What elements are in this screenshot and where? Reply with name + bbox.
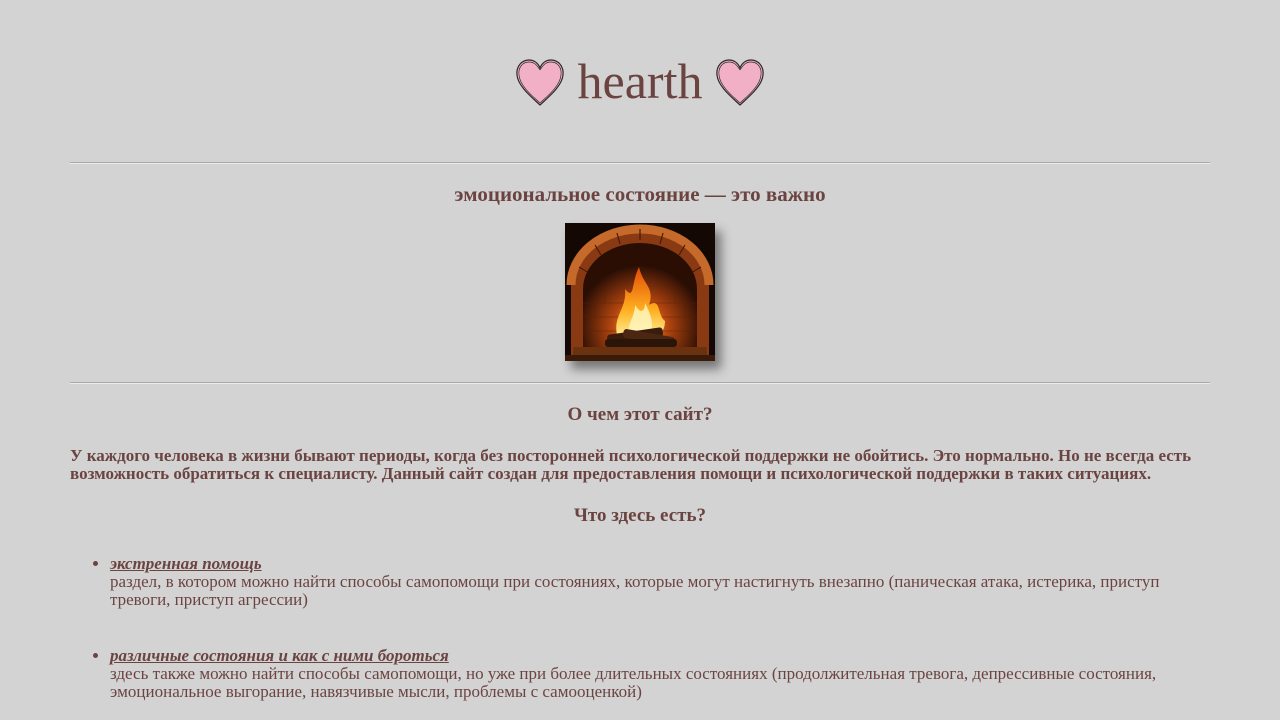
features-list: экстренная помощь раздел, в котором можн… (70, 555, 1210, 701)
hero-heading: эмоциональное состояние — это важно (454, 182, 826, 206)
page: hearth эмоциональное состояние — это важ… (70, 0, 1210, 701)
list-item: экстренная помощь раздел, в котором можн… (110, 555, 1210, 609)
about-text: У каждого человека в жизни бывают период… (70, 446, 1192, 483)
list-item: различные состояния и как с ними боротьс… (110, 647, 1210, 701)
about-heading: О чем этот сайт? (567, 404, 713, 425)
fireplace-image (565, 223, 715, 361)
heart-icon (514, 57, 566, 109)
emergency-help-link[interactable]: экстренная помощь (110, 554, 262, 573)
features-heading: Что здесь есть? (573, 505, 707, 526)
hero-image-container (70, 223, 1210, 382)
feature-description: раздел, в котором можно найти способы са… (110, 572, 1160, 609)
header-title-group: hearth (514, 48, 767, 118)
site-header: hearth (70, 0, 1210, 162)
feature-description: здесь также можно найти способы самопомо… (110, 664, 1157, 701)
conditions-link[interactable]: различные состояния и как с ними боротьс… (110, 646, 449, 665)
heart-icon (714, 57, 766, 109)
site-title: hearth (577, 53, 703, 109)
